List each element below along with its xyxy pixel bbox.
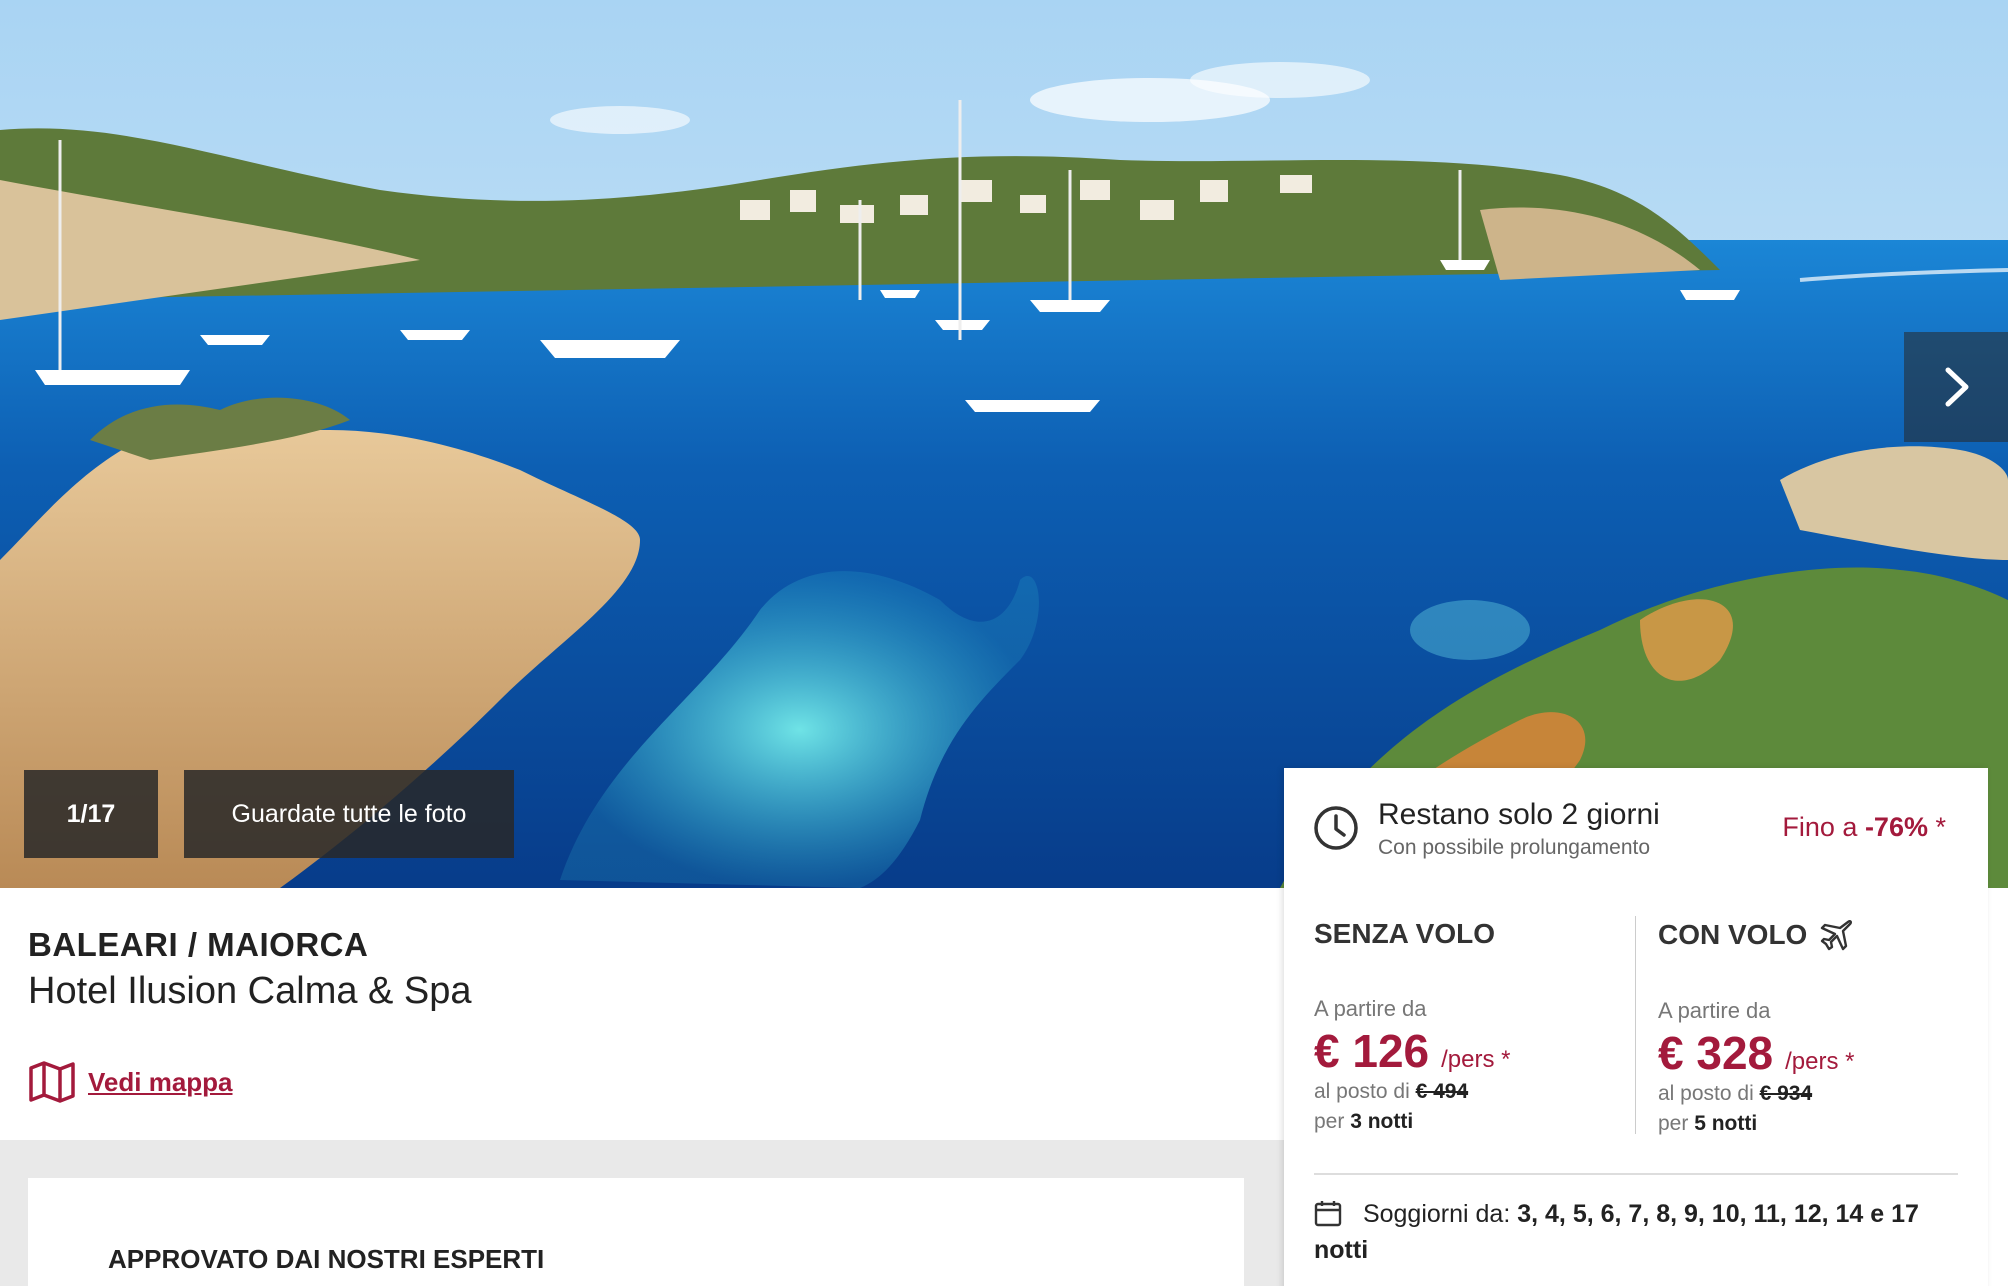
chevron-right-icon [1945, 367, 1969, 407]
hotel-location: BALEARI / MAIORCA [28, 926, 369, 963]
panel-divider [1314, 1173, 1958, 1175]
with-flight-nights: 5 notti [1694, 1112, 1758, 1135]
without-flight-nights-prefix: per [1314, 1110, 1345, 1133]
hero-image [0, 0, 2008, 888]
hotel-info: BALEARI / MAIORCA Hotel Ilusion Calma & … [0, 888, 1284, 1140]
with-flight-nights-row: per 5 notti [1658, 1112, 1978, 1136]
stays-values: 3, 4, 5, 6, 7, 8, 9, 10, 11, 12, 14 e 17 [1517, 1200, 1919, 1228]
without-flight-nights-row: per 3 notti [1314, 1110, 1634, 1134]
stay-durations: Soggiorni da: 3, 4, 5, 6, 7, 8, 9, 10, 1… [1314, 1196, 1964, 1268]
experts-title: APPROVATO DAI NOSTRI ESPERTI [108, 1244, 545, 1274]
without-flight-title: SENZA VOLO [1314, 918, 1495, 949]
plane-icon [1821, 919, 1853, 951]
with-flight-title-row: CON VOLO [1658, 918, 1978, 952]
map-icon [29, 1061, 75, 1103]
discount-suffix: * [1935, 812, 1946, 842]
hero-photo[interactable]: 1/17 Guardate tutte le foto [0, 0, 2008, 888]
calendar-icon [1314, 1201, 1342, 1227]
with-flight-from: A partire da [1658, 998, 1771, 1023]
days-left: Restano solo 2 giorni [1378, 798, 1660, 831]
with-flight-per: /pers * [1785, 1048, 1855, 1075]
extension-note: Con possibile prolungamento [1378, 836, 1651, 859]
without-flight-nights: 3 notti [1350, 1110, 1414, 1133]
hotel-name: Hotel Ilusion Calma & Spa [28, 970, 472, 1012]
discount-value: -76% [1864, 812, 1928, 842]
column-divider [1635, 916, 1636, 1134]
without-flight-from: A partire da [1314, 996, 1427, 1021]
without-flight-old-price: € 494 [1415, 1080, 1469, 1103]
view-map-link[interactable]: Vedi mappa [28, 1060, 233, 1104]
price-panel: Restano solo 2 giorni Con possibile prol… [1284, 768, 1988, 1286]
without-flight-old-price-row: al posto di € 494 [1314, 1080, 1634, 1104]
with-flight-old-price-row: al posto di € 934 [1658, 1082, 1978, 1106]
with-flight-price: € 328 [1658, 1027, 1774, 1079]
view-map-label[interactable]: Vedi mappa [88, 1067, 233, 1098]
clock-icon [1314, 806, 1358, 850]
with-flight-nights-prefix: per [1658, 1112, 1689, 1135]
photo-counter: 1/17 [24, 770, 158, 858]
with-flight-old-price: € 934 [1759, 1082, 1813, 1105]
with-flight-instead-label: al posto di [1658, 1082, 1754, 1105]
next-photo-button[interactable] [1904, 332, 2008, 442]
stays-label: Soggiorni da: [1362, 1200, 1511, 1228]
with-flight-option[interactable]: CON VOLO A partire da € 328 /pers * al p… [1658, 918, 1978, 1136]
view-all-photos-button[interactable]: Guardate tutte le foto [184, 770, 514, 858]
with-flight-title: CON VOLO [1658, 919, 1808, 950]
experts-card: APPROVATO DAI NOSTRI ESPERTI [28, 1178, 1244, 1286]
without-flight-price: € 126 [1314, 1025, 1430, 1077]
without-flight-instead-label: al posto di [1314, 1080, 1410, 1103]
stays-suffix: notti [1314, 1236, 1369, 1264]
without-flight-option[interactable]: SENZA VOLO A partire da € 126 /pers * al… [1314, 918, 1634, 1134]
discount-badge: Fino a -76% * [1782, 812, 1946, 843]
without-flight-per: /pers * [1441, 1046, 1511, 1073]
discount-prefix: Fino a [1782, 812, 1858, 842]
